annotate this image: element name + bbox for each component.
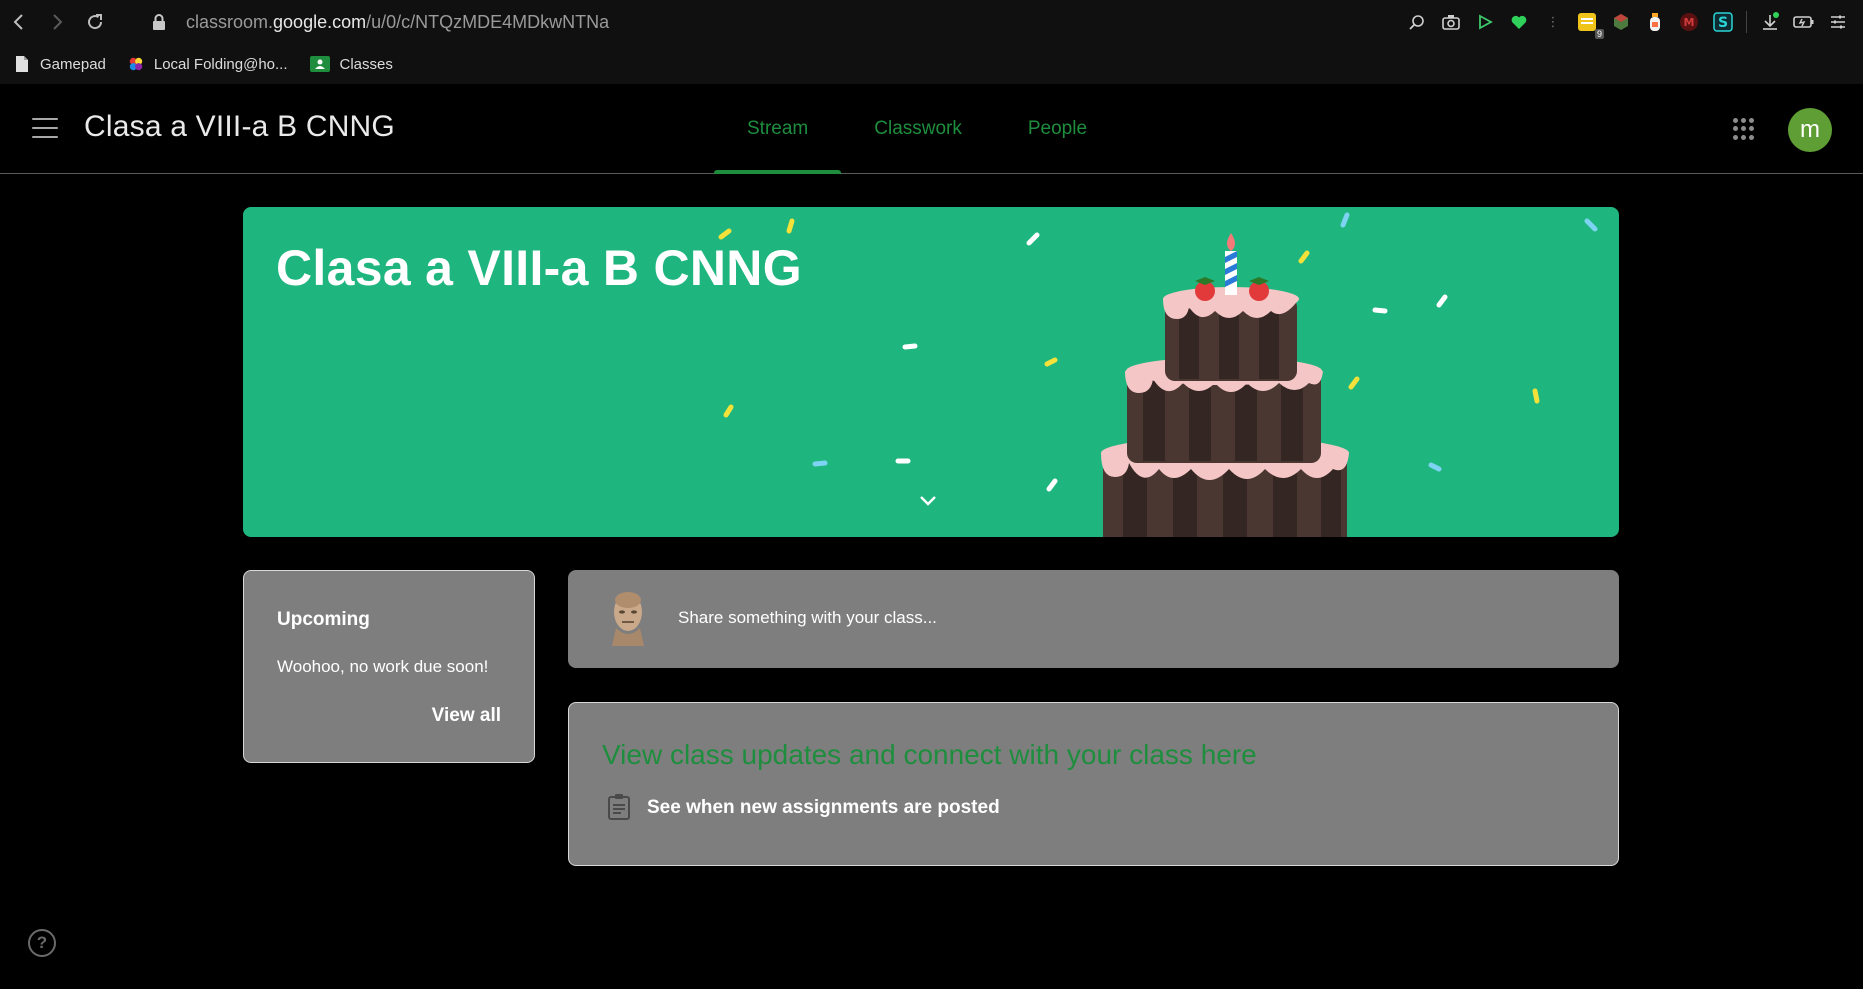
- hamburger-menu-icon[interactable]: [32, 118, 58, 138]
- zoom-icon[interactable]: [1406, 11, 1428, 33]
- svg-text:M: M: [1684, 16, 1695, 29]
- updates-heading: View class updates and connect with your…: [602, 739, 1257, 770]
- upcoming-message: Woohoo, no work due soon!: [277, 657, 489, 676]
- chevron-down-icon[interactable]: [917, 493, 939, 509]
- extension-area: ⋮ 9 M S: [1406, 0, 1849, 44]
- heart-icon[interactable]: [1508, 11, 1530, 33]
- tab-people[interactable]: People: [995, 84, 1120, 174]
- upcoming-title: Upcoming: [277, 609, 370, 630]
- bookmark-label: Local Folding@ho...: [153, 55, 288, 73]
- reload-icon: [88, 14, 103, 30]
- forward-arrow-icon: [53, 14, 63, 30]
- bottle-extension-icon[interactable]: [1644, 11, 1666, 33]
- extension-badge: 9: [1594, 29, 1604, 39]
- banner-title: Clasa a VIII-a B CNNG: [276, 240, 802, 296]
- address-bar[interactable]: classroom.google.com/u/0/c/NTQzMDE4MDkwN…: [186, 12, 609, 33]
- document-icon: [16, 56, 28, 72]
- bookmark-label: Gamepad: [40, 55, 106, 73]
- google-apps-icon[interactable]: [1733, 118, 1755, 140]
- back-button[interactable]: [0, 0, 38, 44]
- main-tabs: Stream Classwork People: [714, 84, 1120, 174]
- upcoming-card: Upcoming Woohoo, no work due soon! View …: [243, 570, 535, 763]
- more-dots-icon: ⋮: [1546, 14, 1560, 29]
- account-avatar[interactable]: m: [1788, 108, 1832, 152]
- browser-toolbar: classroom.google.com/u/0/c/NTQzMDE4MDkwN…: [0, 0, 1863, 44]
- battery-icon[interactable]: [1793, 11, 1815, 33]
- class-updates-card: View class updates and connect with your…: [568, 702, 1619, 866]
- class-title[interactable]: Clasa a VIII-a B CNNG: [84, 110, 395, 144]
- bookmarks-bar: Gamepad Local Folding@ho... Classes: [0, 44, 1863, 84]
- svg-text:S: S: [1718, 15, 1728, 31]
- download-icon[interactable]: [1759, 11, 1781, 33]
- tab-classwork[interactable]: Classwork: [841, 84, 995, 174]
- back-arrow-icon: [13, 14, 23, 30]
- bookmark-local-folding[interactable]: Local Folding@ho...: [128, 55, 288, 73]
- mega-extension-icon[interactable]: M: [1678, 11, 1700, 33]
- user-avatar-icon: [612, 592, 644, 646]
- notes-extension-icon[interactable]: 9: [1576, 11, 1604, 39]
- bookmark-gamepad[interactable]: Gamepad: [14, 55, 106, 73]
- reload-button[interactable]: [76, 0, 114, 44]
- clipboard-icon: [608, 794, 630, 820]
- share-placeholder: Share something with your class...: [678, 608, 937, 627]
- cube-extension-icon[interactable]: [1610, 11, 1632, 33]
- forward-button[interactable]: [38, 0, 76, 44]
- tab-stream[interactable]: Stream: [714, 84, 842, 174]
- bookmark-classes[interactable]: Classes: [309, 55, 393, 73]
- toolbar-divider: [1746, 11, 1747, 33]
- help-icon[interactable]: ?: [28, 929, 56, 957]
- folding-icon: [129, 57, 143, 71]
- bookmark-label: Classes: [339, 55, 393, 73]
- lock-icon: [153, 14, 165, 30]
- settings-menu-icon[interactable]: [1827, 11, 1849, 33]
- classroom-icon: [309, 56, 330, 72]
- s-extension-icon[interactable]: S: [1712, 11, 1734, 33]
- play-icon[interactable]: [1474, 11, 1496, 33]
- class-banner: Clasa a VIII-a B CNNG: [243, 207, 1619, 537]
- camera-icon[interactable]: [1440, 11, 1462, 33]
- share-box[interactable]: Share something with your class...: [568, 570, 1619, 668]
- view-all-link[interactable]: View all: [432, 705, 501, 727]
- app-header: Clasa a VIII-a B CNNG Stream Classwork P…: [0, 84, 1863, 174]
- updates-item: See when new assignments are posted: [647, 797, 1000, 818]
